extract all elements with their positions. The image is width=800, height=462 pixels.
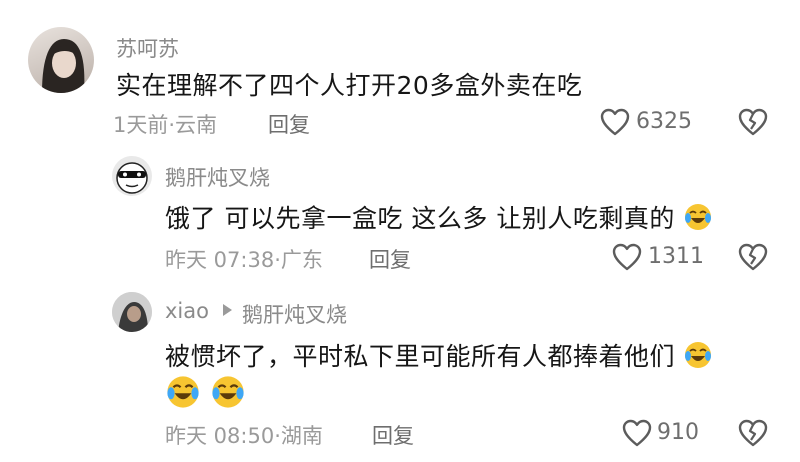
tears-of-joy-emoji-icon (683, 340, 713, 376)
like-count: 910 (657, 420, 699, 445)
comment-time-location: 1天前·云南 (113, 113, 218, 137)
comment-username[interactable]: xiao (165, 299, 209, 323)
broken-heart-icon (738, 243, 768, 271)
like-count: 6325 (636, 109, 692, 134)
like-button[interactable] (600, 108, 630, 136)
comment-text-content: 被惯坏了，平时私下里可能所有人都捧着他们 (165, 342, 676, 371)
emoji-row (165, 374, 246, 414)
heart-outline-icon (612, 243, 642, 271)
avatar[interactable] (28, 27, 94, 93)
comment-text: 饿了 可以先拿一盒吃 这么多 让别人吃剩真的 (165, 199, 713, 238)
avatar[interactable] (112, 292, 152, 332)
avatar-cartoon-icon (116, 162, 148, 194)
comment-username[interactable]: 苏呵苏 (116, 33, 179, 63)
broken-heart-icon (738, 419, 768, 447)
dislike-button[interactable] (738, 419, 768, 447)
avatar-photo-icon (42, 39, 85, 93)
comment-text: 被惯坏了，平时私下里可能所有人都捧着他们 (165, 337, 713, 376)
comment-text-content: 饿了 可以先拿一盒吃 这么多 让别人吃剩真的 (165, 204, 675, 233)
heart-outline-icon (622, 419, 652, 447)
reply-to-username[interactable]: 鹅肝炖叉烧 (242, 299, 347, 329)
reply-button[interactable]: 回复 (372, 420, 414, 450)
comment-time-location: 昨天 08:50·湖南 (165, 424, 323, 448)
tears-of-joy-emoji-icon (683, 202, 713, 238)
comment-username[interactable]: 鹅肝炖叉烧 (165, 162, 270, 192)
reply-button[interactable]: 回复 (268, 109, 310, 139)
like-button[interactable] (612, 243, 642, 271)
comment-text: 实在理解不了四个人打开20多盒外卖在吃 (116, 71, 583, 100)
comment-time-location: 昨天 07:38·广东 (165, 248, 323, 272)
avatar[interactable] (112, 156, 152, 196)
broken-heart-icon (738, 108, 768, 136)
like-count: 1311 (648, 244, 704, 269)
dislike-button[interactable] (738, 243, 768, 271)
dislike-button[interactable] (738, 108, 768, 136)
tears-of-joy-emoji-icon (165, 374, 201, 414)
play-triangle-icon (222, 304, 232, 316)
tears-of-joy-emoji-icon (210, 374, 246, 414)
reply-button[interactable]: 回复 (369, 244, 411, 274)
like-button[interactable] (622, 419, 652, 447)
avatar-photo-icon (112, 292, 152, 332)
heart-outline-icon (600, 108, 630, 136)
